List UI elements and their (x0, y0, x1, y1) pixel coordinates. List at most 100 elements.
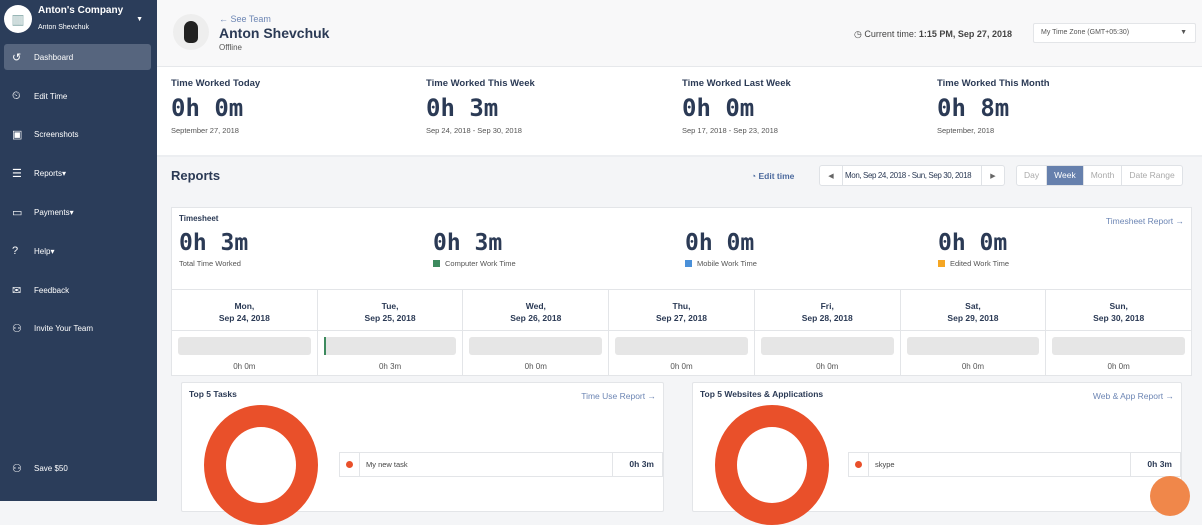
stat-title: Time Worked This Month (937, 78, 1050, 89)
timesheet-report-link[interactable]: Timesheet Report → (1106, 216, 1184, 226)
current-time-label: Current time: (864, 29, 917, 39)
next-week-button[interactable]: ▶ (982, 172, 1004, 180)
sidebar-item-label: Payments (34, 207, 70, 217)
tab-date-range[interactable]: Date Range (1121, 166, 1181, 185)
sidebar-item-label: Dashboard (34, 52, 74, 62)
stat-range: September, 2018 (937, 126, 995, 135)
day-name: Fri, (820, 301, 834, 311)
sidebar-item-payments[interactable]: ▭ Payments ▾ (4, 199, 151, 225)
timesheet-total: 0h 3m Total Time Worked (179, 230, 248, 268)
web-app-report-link[interactable]: Web & App Report → (1093, 391, 1174, 401)
total-label: Computer Work Time (445, 259, 516, 268)
sidebar-item-label: Screenshots (34, 129, 79, 139)
day-date: Sep 27, 2018 (655, 313, 708, 323)
sidebar-item-reports[interactable]: ☰ Reports ▾ (4, 160, 151, 186)
stat-card: Time Worked This Month 0h 8m September, 20… (937, 78, 1050, 135)
total-value: 0h 3m (433, 230, 503, 256)
sidebar-item-dashboard[interactable]: ↺ Dashboard (4, 44, 151, 70)
stat-title: Time Worked Last Week (682, 78, 791, 89)
edit-time-button[interactable]: ◔ Edit time (751, 171, 794, 181)
date-range-text[interactable]: Mon, Sep 24, 2018 - Sun, Sep 30, 2018 (842, 166, 982, 185)
legend-dot (346, 461, 353, 468)
dashboard-icon: ↺ (12, 51, 22, 64)
day-name: Sun, (1109, 301, 1128, 311)
day-value: 0h 0m (670, 362, 693, 371)
user-title: Anton Shevchuk (219, 25, 330, 41)
avatar (173, 14, 209, 50)
sidebar-item-help[interactable]: ? Help ▾ (4, 238, 151, 264)
app-value: 0h 3m (1130, 453, 1180, 476)
day-value: 0h 3m (378, 362, 402, 371)
apps-donut-chart (715, 405, 829, 525)
top-apps-card: Top 5 Websites & Applications Web & App … (692, 382, 1182, 525)
day-date: Sep 28, 2018 (801, 313, 853, 323)
see-team-link[interactable]: ← See Team (219, 14, 271, 24)
prev-week-button[interactable]: ◀ (820, 172, 842, 180)
stat-card: Time Worked Last Week 0h 0m Sep 17, 2018 -… (682, 78, 791, 135)
day-column: Sat, Sep 29, 2018 0h 0m (899, 290, 1046, 376)
current-time-value: 1:15 PM, Sep 27, 2018 (918, 29, 1012, 39)
day-value: 0h 0m (524, 362, 547, 371)
day-value: 0h 0m (961, 362, 985, 371)
sidebar-item-label: Edit Time (34, 91, 68, 101)
chat-button[interactable] (1150, 476, 1190, 516)
tab-day[interactable]: Day (1017, 166, 1046, 185)
company-name: Anton's Company (38, 4, 124, 16)
time-use-report-link[interactable]: Time Use Report → (581, 391, 656, 401)
clock-icon: ◷ (854, 29, 862, 39)
day-name: Wed, (525, 301, 546, 311)
stat-card: Time Worked Today 0h 0m September 27, 2018 (171, 78, 260, 135)
task-value: 0h 3m (612, 453, 662, 476)
save-label: Save $50 (34, 463, 68, 473)
day-progress-bar (469, 337, 603, 355)
stats-row: Time Worked Today 0h 0m September 27, 2018… (157, 67, 1202, 157)
sidebar-item-label: Reports (34, 168, 63, 178)
list-item[interactable]: My new task 0h 3m (339, 452, 663, 477)
day-value: 0h 0m (233, 362, 256, 371)
header: ← See Team Anton Shevchuk Offline ◷ Curr… (157, 0, 1202, 67)
sidebar-item-edit-time[interactable]: ⏲ Edit Time (4, 83, 151, 109)
day-progress-bar (760, 337, 894, 355)
total-value: 0h 0m (938, 230, 1008, 256)
reports-title: Reports (171, 168, 221, 183)
screenshots-icon: ▣ (12, 128, 23, 141)
day-column: Mon, Sep 24, 2018 0h 0m (172, 290, 317, 376)
date-range-picker: ◀ Mon, Sep 24, 2018 - Sun, Sep 30, 2018 … (819, 165, 1005, 186)
sidebar-item-label: Help (34, 246, 51, 256)
total-label: Total Time Worked (179, 259, 241, 268)
current-time: ◷ Current time: 1:15 PM, Sep 27, 2018 (854, 29, 1012, 40)
day-name: Tue, (381, 301, 399, 311)
stat-value: 0h 0m (171, 94, 244, 122)
payments-icon: ▭ (12, 206, 23, 219)
total-label: Mobile Work Time (697, 259, 757, 268)
tab-week[interactable]: Week (1046, 166, 1083, 185)
day-progress-bar (323, 337, 457, 355)
legend-square (938, 260, 945, 267)
stat-title: Time Worked Today (171, 78, 261, 89)
day-column: Tue, Sep 25, 2018 0h 3m (316, 290, 463, 376)
feedback-icon: ✉ (12, 284, 22, 297)
stat-title: Time Worked This Week (426, 78, 535, 89)
timezone-value: My Time Zone (GMT+05:30) (1041, 29, 1130, 36)
invite-icon: ⚇ (12, 322, 22, 335)
sidebar-item-screenshots[interactable]: ▣ Screenshots (4, 121, 151, 147)
user-gift-icon: ⚇ (12, 462, 22, 475)
sidebar-item-invite-your-team[interactable]: ⚇ Invite Your Team (4, 315, 151, 341)
edit-time-icon: ⏲ (12, 89, 21, 102)
day-date: Sep 25, 2018 (364, 313, 416, 323)
edit-time-label: Edit time (758, 171, 795, 181)
save-50-link[interactable]: ⚇ Save $50 (4, 455, 151, 481)
day-name: Mon, (234, 301, 255, 311)
legend-square (433, 260, 440, 267)
list-item[interactable]: skype 0h 3m (848, 452, 1181, 477)
sidebar-item-feedback[interactable]: ✉ Feedback (4, 277, 151, 303)
chevron-down-icon: ▼ (1180, 29, 1187, 36)
tab-month[interactable]: Month (1082, 166, 1122, 185)
day-value: 0h 0m (1107, 362, 1130, 371)
stat-range: Sep 17, 2018 - Sep 23, 2018 (682, 126, 778, 135)
user-name: Anton Shevchuk (38, 23, 89, 31)
reports-icon: ☰ (12, 167, 22, 180)
timesheet-total: 0h 0m Mobile Work Time (685, 230, 757, 268)
company-switcher[interactable]: ▥ Anton's Company Anton Shevchuk ▼ (0, 0, 157, 38)
timezone-select[interactable]: My Time Zone (GMT+05:30) ▼ (1033, 23, 1196, 43)
